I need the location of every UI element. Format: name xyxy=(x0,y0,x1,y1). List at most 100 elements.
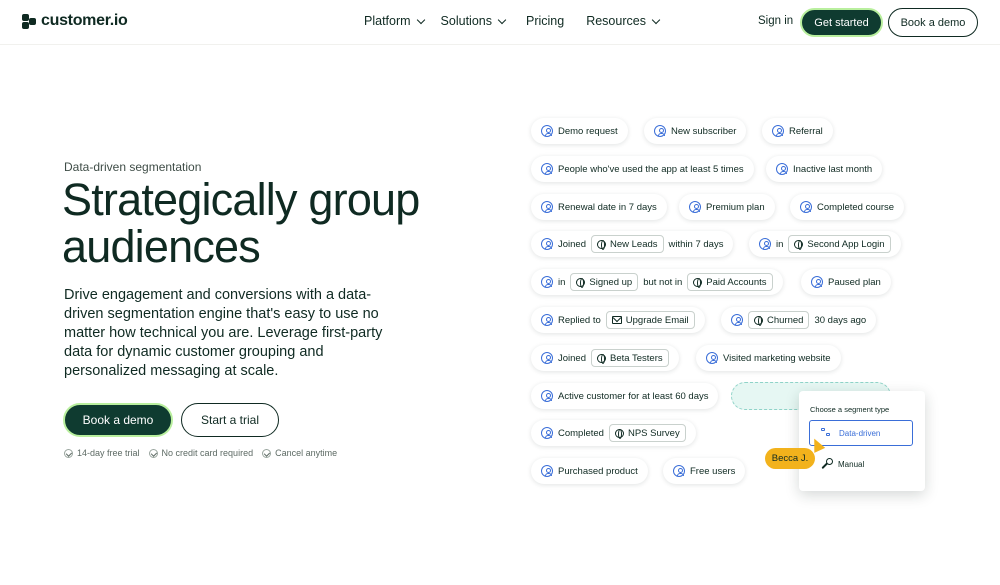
chevron-down-icon xyxy=(416,15,425,24)
menu-item-pricing[interactable]: Pricing xyxy=(526,14,564,28)
tag-label: 30 days ago xyxy=(814,314,867,326)
user-icon xyxy=(541,276,553,288)
tag-label: Purchased product xyxy=(558,465,638,477)
segment-chip: NPS Survey xyxy=(608,424,686,442)
segment-tag-referral: Referral xyxy=(762,118,833,144)
segment-option-manual[interactable]: Manual xyxy=(809,453,913,475)
user-icon xyxy=(541,125,553,137)
segment-tag-churned: Churned 30 days ago xyxy=(721,307,877,333)
tag-label: Inactive last month xyxy=(793,163,873,175)
tag-label: People who've used the app at least 5 ti… xyxy=(558,163,744,175)
chip-label: Second App Login xyxy=(807,238,885,250)
segment-chip: Upgrade Email xyxy=(605,311,695,329)
segment-tag-visited-marketing: Visited marketing website xyxy=(696,345,841,371)
user-icon xyxy=(759,238,771,250)
chip-label: Beta Testers xyxy=(610,352,663,364)
logo-icon xyxy=(22,13,37,29)
user-icon xyxy=(541,427,553,439)
check-circle-icon xyxy=(64,448,73,458)
tag-label: but not in xyxy=(643,276,683,288)
perk-item: Cancel anytime xyxy=(262,448,337,458)
segment-tag-used-app: People who've used the app at least 5 ti… xyxy=(531,156,754,182)
segment-tag-paused-plan: Paused plan xyxy=(801,269,891,295)
tag-label: Replied to xyxy=(558,314,601,326)
chevron-down-icon xyxy=(651,15,661,24)
user-icon xyxy=(541,201,553,213)
segment-tag-demo-request: Demo request xyxy=(531,118,628,144)
segment-tag-renewal: Renewal date in 7 days xyxy=(531,194,667,220)
segment-chip: Paid Accounts xyxy=(687,273,773,291)
user-icon xyxy=(541,238,553,250)
segment-card-title: Choose a segment type xyxy=(810,405,890,414)
user-icon xyxy=(776,163,788,175)
tag-label: in xyxy=(776,238,784,250)
option-label: Manual xyxy=(838,459,865,469)
sign-in-link[interactable]: Sign in xyxy=(758,15,793,27)
segment-tag-joined-new-leads: Joined New Leads within 7 days xyxy=(531,231,734,257)
segment-option-data-driven[interactable]: Data-driven xyxy=(809,420,913,446)
hero-eyebrow: Data-driven segmentation xyxy=(64,160,202,174)
chip-label: Upgrade Email xyxy=(625,314,689,326)
user-icon xyxy=(772,125,784,137)
start-trial-button[interactable]: Start a trial xyxy=(181,403,279,437)
book-demo-nav-button[interactable]: Book a demo xyxy=(888,8,978,37)
wrench-icon xyxy=(821,458,833,469)
tag-label: Premium plan xyxy=(706,201,765,213)
mail-icon xyxy=(611,316,622,324)
user-icon xyxy=(673,465,685,477)
segment-chip: New Leads xyxy=(591,235,664,253)
segment-tag-signed-up: in Signed up but not in Paid Accounts xyxy=(531,269,783,295)
tag-label: Joined xyxy=(558,238,586,250)
user-icon xyxy=(541,352,553,364)
tag-label: Demo request xyxy=(558,125,618,137)
globe-icon xyxy=(794,239,804,250)
user-icon xyxy=(654,125,666,137)
chevron-down-icon xyxy=(497,15,507,24)
user-icon xyxy=(800,201,812,213)
chip-label: Churned xyxy=(767,314,804,326)
globe-icon xyxy=(614,428,624,439)
segment-tag-completed-nps: Completed NPS Survey xyxy=(531,420,696,446)
segment-tag-new-subscriber: New subscriber xyxy=(644,118,747,144)
tag-label: Referral xyxy=(789,125,823,137)
check-circle-icon xyxy=(148,448,158,458)
tag-label: Visited marketing website xyxy=(723,352,831,364)
check-circle-icon xyxy=(262,448,272,458)
tag-label: Renewal date in 7 days xyxy=(558,201,657,213)
chip-label: NPS Survey xyxy=(627,427,680,439)
user-icon xyxy=(811,276,823,288)
menu-item-solutions[interactable]: Solutions xyxy=(441,14,507,28)
user-icon xyxy=(541,390,553,402)
brand-logo[interactable]: customer.io xyxy=(22,12,128,30)
menu-item-platform[interactable]: Platform xyxy=(364,14,425,28)
segment-tag-inactive: Inactive last month xyxy=(766,156,883,182)
segment-tag-completed-course: Completed course xyxy=(790,194,905,220)
tag-label: New subscriber xyxy=(671,125,737,137)
globe-icon xyxy=(576,277,586,288)
menu-item-label: Pricing xyxy=(525,14,565,28)
perks-list: 14-day free trial No credit card require… xyxy=(64,448,337,458)
chip-label: New Leads xyxy=(610,238,658,250)
segment-chip: Signed up xyxy=(570,273,639,291)
tag-label: Completed course xyxy=(817,201,895,213)
option-label: Data-driven xyxy=(839,428,881,438)
user-icon xyxy=(731,314,743,326)
nav-divider xyxy=(0,44,1000,45)
chip-label: Paid Accounts xyxy=(706,276,767,288)
top-nav: customer.io Platform Solutions Pricing R… xyxy=(0,0,1000,44)
perk-label: Cancel anytime xyxy=(275,448,338,458)
perk-label: No credit card required xyxy=(161,448,254,458)
menu-item-resources[interactable]: Resources xyxy=(586,14,661,28)
get-started-button[interactable]: Get started xyxy=(800,8,883,37)
user-icon xyxy=(689,201,701,213)
main-menu: Platform Solutions Pricing Resources xyxy=(364,14,661,28)
tag-label: in xyxy=(558,276,566,288)
chip-label: Signed up xyxy=(589,276,633,288)
segment-tag-in-second-app-login: in Second App Login xyxy=(749,231,901,257)
segment-tag-purchased: Purchased product xyxy=(531,458,648,484)
user-icon xyxy=(706,352,718,364)
perk-label: 14-day free trial xyxy=(77,448,140,458)
segment-chip: Churned xyxy=(748,311,810,329)
book-demo-button[interactable]: Book a demo xyxy=(63,403,173,437)
user-icon xyxy=(541,163,553,175)
